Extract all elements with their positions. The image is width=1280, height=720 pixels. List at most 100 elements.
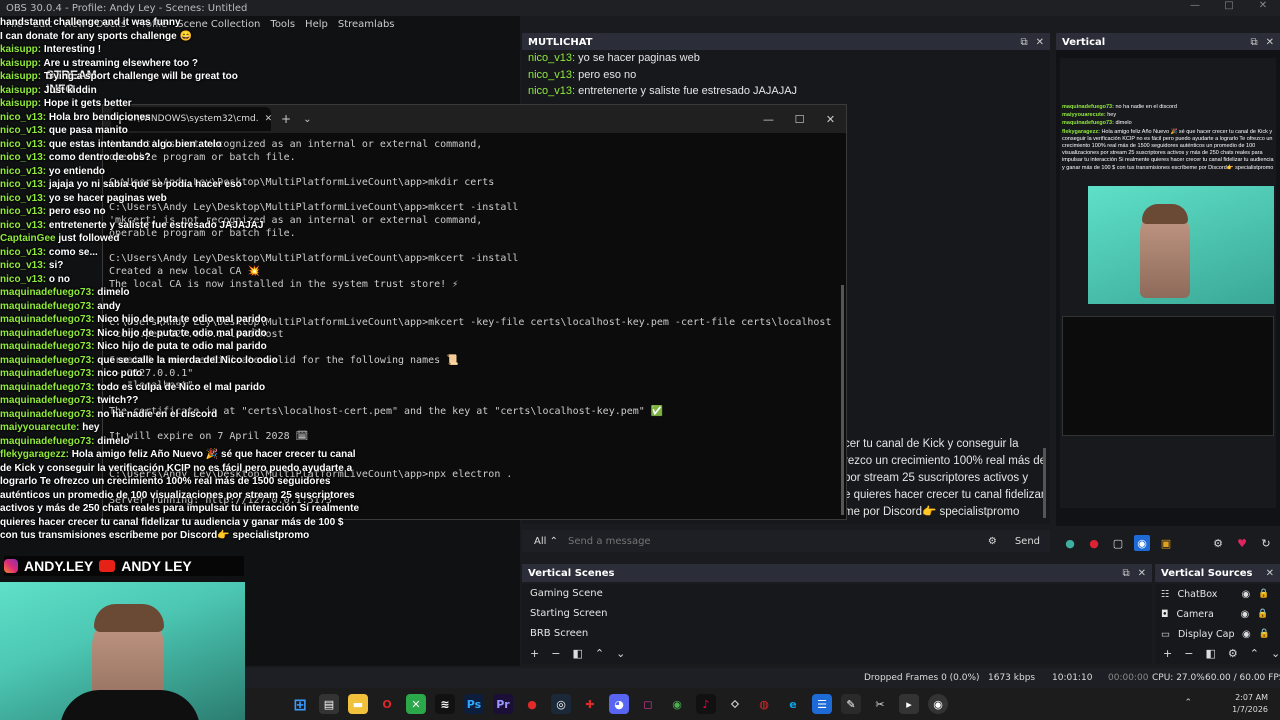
paint-icon[interactable]: ✎ (841, 694, 861, 714)
undock-icon[interactable]: ⧉ (1250, 37, 1257, 48)
remove-icon[interactable]: − (551, 647, 560, 660)
link-icon[interactable]: ● (1062, 535, 1078, 551)
steam-icon[interactable]: ◎ (551, 694, 571, 714)
move-up-icon[interactable]: ⌃ (1250, 647, 1259, 660)
edge-icon[interactable]: e (783, 694, 803, 714)
chat-line: nico_v13: que estas intentando algo bien… (0, 138, 380, 152)
close-icon[interactable]: ✕ (1266, 37, 1274, 48)
snipping-tool-icon[interactable]: ✂ (870, 694, 890, 714)
chat-line: nico_v13: jajaja yo ni sabia que se podi… (0, 178, 380, 192)
chat-username: nico_v13: (0, 260, 47, 271)
close-icon[interactable]: ✕ (1266, 568, 1274, 579)
chat-username: nico_v13: (0, 125, 47, 136)
terminal-icon[interactable]: ▸ (899, 694, 919, 714)
capcut-icon[interactable]: ≋ (435, 694, 455, 714)
scene-item[interactable]: BRB Screen (522, 624, 1152, 644)
close-icon[interactable]: ✕ (1138, 568, 1146, 579)
cmd-scrollbar[interactable] (841, 285, 844, 515)
chat-message: jajaja yo ni sabia que se podia hacer es… (48, 179, 242, 190)
plugin-icon[interactable]: ⬦ (725, 694, 745, 714)
add-icon[interactable]: + (530, 647, 539, 660)
scene-item[interactable]: Gaming Scene (522, 584, 1152, 604)
vertical-toolbar: ● ● ▢ ◉ ▣ ⚙ ♥ ↻ (1056, 530, 1280, 556)
recorder-icon[interactable]: ◍ (754, 694, 774, 714)
eye-icon[interactable]: ◉ (1241, 609, 1250, 620)
chat-message: yo entiendo (48, 165, 106, 177)
maximize-icon[interactable]: □ (1212, 0, 1246, 11)
send-button[interactable]: Send (1005, 536, 1050, 547)
source-item[interactable]: ▭ Display Cap ◉ 🔒 (1155, 624, 1280, 644)
undock-icon[interactable]: ⧉ (1020, 37, 1027, 48)
move-down-icon[interactable]: ⌄ (1271, 647, 1280, 660)
multichat-scrollbar[interactable] (1043, 448, 1046, 518)
cmd-minimize-icon[interactable]: — (753, 113, 784, 126)
opera-icon[interactable]: O (377, 694, 397, 714)
multichat-message: nico_v13: yo se hacer paginas web (522, 50, 1050, 67)
obs-icon[interactable]: ◉ (928, 694, 948, 714)
chat-message: Are u streaming elsewhere too ? (43, 57, 199, 69)
source-item[interactable]: ◘ Camera ◉ 🔒 (1155, 604, 1280, 624)
chat-username: maquinadefuego73: (0, 408, 95, 420)
chat-line: nico_v13: Hola bro bendiciones (0, 111, 380, 125)
chat-line: nico_v13: si? (0, 259, 380, 273)
source-item[interactable]: ☷ ChatBox ◉ 🔒 (1155, 584, 1280, 604)
premiere-icon[interactable]: Pr (493, 694, 513, 714)
windows-start-icon[interactable]: ⊞ (290, 694, 310, 714)
move-down-icon[interactable]: ⌄ (616, 647, 625, 660)
chat-line: maquinadefuego73: todo es culpa de Nico … (0, 381, 380, 395)
task-view-icon[interactable]: ▤ (319, 694, 339, 714)
settings-icon[interactable]: ⚙ (1228, 647, 1238, 660)
chat-message: todo es culpa de Nico el mal parido (97, 381, 266, 393)
notepad-icon[interactable]: ☰ (812, 694, 832, 714)
obs-window-title: OBS 30.0.4 - Profile: Andy Ley - Scenes:… (6, 2, 248, 14)
discord-icon[interactable]: ◕ (609, 694, 629, 714)
refresh-icon[interactable]: ↻ (1258, 535, 1274, 551)
vertical-chat-message: dimelo (1115, 120, 1132, 127)
move-up-icon[interactable]: ⌃ (595, 647, 604, 660)
gear-icon[interactable]: ⚙ (980, 536, 1005, 547)
system-tray-chevron-icon[interactable]: ⌃ (1184, 698, 1192, 708)
close-icon[interactable]: ✕ (1246, 0, 1280, 11)
cmd-close-icon[interactable]: ✕ (815, 113, 846, 126)
stop-icon[interactable]: ▢ (1110, 535, 1126, 551)
lock-icon[interactable]: 🔒 (1259, 629, 1270, 639)
eye-icon[interactable]: ◉ (1242, 629, 1251, 640)
message-input[interactable] (567, 532, 980, 550)
game-icon[interactable]: ✚ (580, 694, 600, 714)
taskbar-clock[interactable]: 2:07 AM 1/7/2026 (1232, 692, 1268, 716)
settings-gear-icon[interactable]: ⚙ (1210, 535, 1226, 551)
heart-icon[interactable]: ♥ (1234, 535, 1250, 551)
photoshop-icon[interactable]: Ps (464, 694, 484, 714)
social-app-icon[interactable]: ◻ (638, 694, 658, 714)
chat-line: maquinadefuego73: no ha nadie en el disc… (0, 408, 380, 422)
chat-line: kaisupp: Trying a sport challenge will b… (0, 70, 380, 84)
chrome-icon[interactable]: ◉ (667, 694, 687, 714)
streamer-shirt (60, 690, 200, 720)
eye-icon[interactable]: ◉ (1242, 589, 1251, 600)
tiktok-icon[interactable]: ♪ (696, 694, 716, 714)
replay-icon[interactable]: ▣ (1158, 535, 1174, 551)
file-explorer-icon[interactable]: ▬ (348, 694, 368, 714)
minimize-icon[interactable]: — (1178, 0, 1212, 11)
chat-overlay: handstand challenge and it was funny I ca… (0, 16, 380, 543)
filter-icon[interactable]: ◧ (1205, 647, 1215, 660)
virtual-cam-icon[interactable]: ◉ (1134, 535, 1150, 551)
chat-username: maquinadefuego73: (0, 287, 95, 298)
xbox-icon[interactable]: ✕ (406, 694, 426, 714)
filter-icon[interactable]: ◧ (572, 647, 582, 660)
cmd-maximize-icon[interactable]: ☐ (784, 113, 815, 126)
media-player-icon[interactable]: ● (522, 694, 542, 714)
platform-filter-select[interactable]: All ⌃ (522, 536, 568, 547)
chat-line: maquinadefuego73: Nico hijo de puta te o… (0, 313, 380, 327)
close-icon[interactable]: ✕ (1036, 37, 1044, 48)
add-icon[interactable]: + (1163, 647, 1172, 660)
scene-item[interactable]: Starting Screen (522, 604, 1152, 624)
vertical-preview[interactable]: maquinadefuego73: no ha nadie en el disc… (1056, 50, 1280, 526)
undock-icon[interactable]: ⧉ (1122, 568, 1129, 579)
multichat-username: nico_v13: (528, 68, 576, 81)
cpu-usage: CPU: 27.0% (1152, 673, 1205, 683)
lock-icon[interactable]: 🔒 (1258, 589, 1269, 599)
remove-icon[interactable]: − (1184, 647, 1193, 660)
record-icon[interactable]: ● (1086, 535, 1102, 551)
lock-icon[interactable]: 🔒 (1257, 609, 1268, 619)
